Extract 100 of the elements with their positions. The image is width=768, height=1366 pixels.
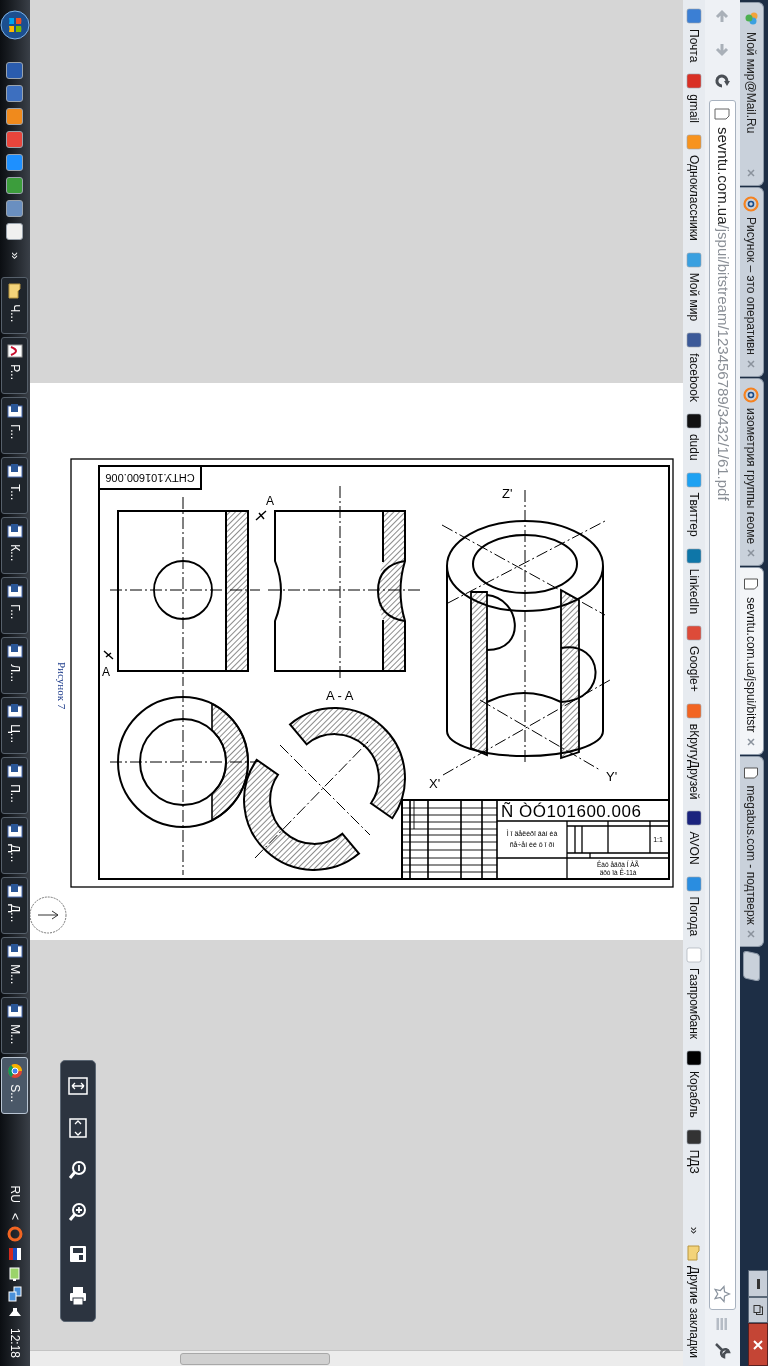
browser-tab[interactable]: megabus.com - подтверж [740,755,764,947]
bookmark-link[interactable]: вКругуДрузей [685,723,703,800]
browser-tab[interactable]: sevntu.com.ua/jspui/bitstr [740,567,764,755]
taskbar-button[interactable]: Г... [1,577,29,635]
windows-logo-icon [0,10,30,40]
document-icon [7,883,23,900]
taskbar-button[interactable]: К... [1,517,29,575]
zoom-in-icon [67,1201,89,1223]
restore-button[interactable] [748,1297,768,1323]
quick-launch-icon[interactable] [6,85,24,102]
reload-icon [713,72,732,90]
taskbar-overflow-button[interactable]: » [5,244,25,268]
taskbar-button[interactable]: Р... [1,337,29,395]
browser-tab[interactable]: Рисунок – это оперативн [740,187,764,377]
axis-label: Y' [606,769,618,784]
taskbar-button[interactable]: П... [1,757,29,815]
taskbar-button[interactable]: Д... [1,877,29,935]
taskbar-button[interactable]: S... [1,1057,29,1115]
close-icon [747,169,756,177]
seal-icon [30,896,67,934]
bookmark-link[interactable]: ПДЗ [685,1149,703,1174]
close-icon [747,549,756,558]
quick-launch-icon[interactable] [6,154,24,171]
bookmark-link[interactable]: Твиттер [685,492,703,537]
flag-icon [7,1245,23,1262]
bookmark-link[interactable]: facebook [685,353,703,402]
bookmark-link[interactable]: Газпромбанк [685,968,703,1040]
scrollbar[interactable] [30,1350,683,1366]
close-icon [747,737,756,746]
expand-arrows-icon [67,1075,89,1097]
network-icon [7,1285,23,1302]
taskbar-button[interactable]: Д... [1,817,29,875]
taskbar-button[interactable]: Ц... [1,697,29,755]
bookmark-link[interactable]: AVON [685,831,703,865]
bookmark-link[interactable]: Google+ [685,646,703,692]
page-icon [743,764,760,781]
folder-icon [686,1245,702,1262]
quick-launch-icon[interactable] [6,200,24,217]
browser-tab[interactable]: изометрия группы геоме [740,377,764,567]
bookmark-link[interactable]: dudu [685,433,703,461]
axis-label: X' [429,776,441,791]
document-icon [7,463,23,480]
taskbar-button[interactable]: Ч... [1,277,29,335]
section-arrow-drawing [103,650,114,660]
quick-launch-icon[interactable] [6,62,24,79]
document-icon [7,403,23,420]
printer-icon [67,1285,89,1307]
drawing-number: СНТУ.101600.006 [105,472,195,485]
taskbar-button[interactable]: Л... [1,637,29,695]
document-icon [7,703,23,720]
url-text: sevntu.com.ua/jspui/bitstream/123456789/3432/1/61.pdf [713,127,733,503]
at-sign-icon [743,386,760,403]
restore-icon [753,1305,763,1315]
quick-launch-icon[interactable] [6,177,24,194]
battery-icon [7,1265,23,1282]
document-icon [7,523,23,540]
scrollbar-thumb[interactable] [180,1352,330,1365]
document-icon [7,1003,23,1020]
document-icon [7,643,23,660]
bookmark-link[interactable]: Погода [685,896,703,937]
clock: 12:18 [7,1327,23,1358]
new-tab-button[interactable] [743,949,760,982]
bookmark-link[interactable]: LinkedIn [685,568,703,615]
taskbar-button[interactable]: Г... [1,397,29,455]
minimize-button[interactable] [748,1270,768,1297]
bookmark-link[interactable]: Почта [685,29,703,63]
quick-launch-icon[interactable] [6,223,24,240]
bookmark-link[interactable]: gmail [685,94,703,123]
bookmarks-overflow-button[interactable]: » [684,1226,704,1235]
section-title: A - A [326,688,354,703]
axis-label: Z' [502,486,513,501]
taskbar-button[interactable]: М... [1,937,29,995]
tray-expand-button[interactable]: < [6,1212,24,1220]
taskbar-button[interactable]: Т... [1,457,29,515]
quick-launch-icon[interactable] [6,108,24,125]
page-icon [743,576,760,593]
close-icon [753,1339,763,1350]
document-icon [7,583,23,600]
taskbar-button[interactable]: М... [1,997,29,1055]
bookmark-link[interactable]: Корабль [685,1071,703,1118]
document-icon [7,943,23,960]
folder-icon [7,283,23,300]
bookmark-link[interactable]: Одноклассники [685,155,703,241]
star-icon [713,1285,732,1303]
section-arrow-drawing [255,510,267,521]
pdf-icon [7,343,23,360]
people-icon [743,11,760,27]
quick-launch-icon[interactable] [6,131,24,148]
at-sign-icon [743,196,760,212]
browser-tab[interactable]: Мой мир@Mail.Ru [740,2,764,186]
address-bar[interactable]: sevntu.com.ua/jspui/bitstream/123456789/3432/1/61.pdf [709,100,736,1310]
close-button[interactable] [748,1323,768,1366]
close-icon [747,359,756,368]
document-icon [7,763,23,780]
drawing-designation: Ñ ÒÓ101600.006 [501,802,641,821]
page-icon [714,107,731,121]
document-icon [7,823,23,840]
language-indicator[interactable]: RU [6,1185,24,1203]
bookmark-link[interactable]: Мой мир [685,272,703,322]
bookmark-folder-link[interactable]: Другие закладки [685,1266,703,1358]
